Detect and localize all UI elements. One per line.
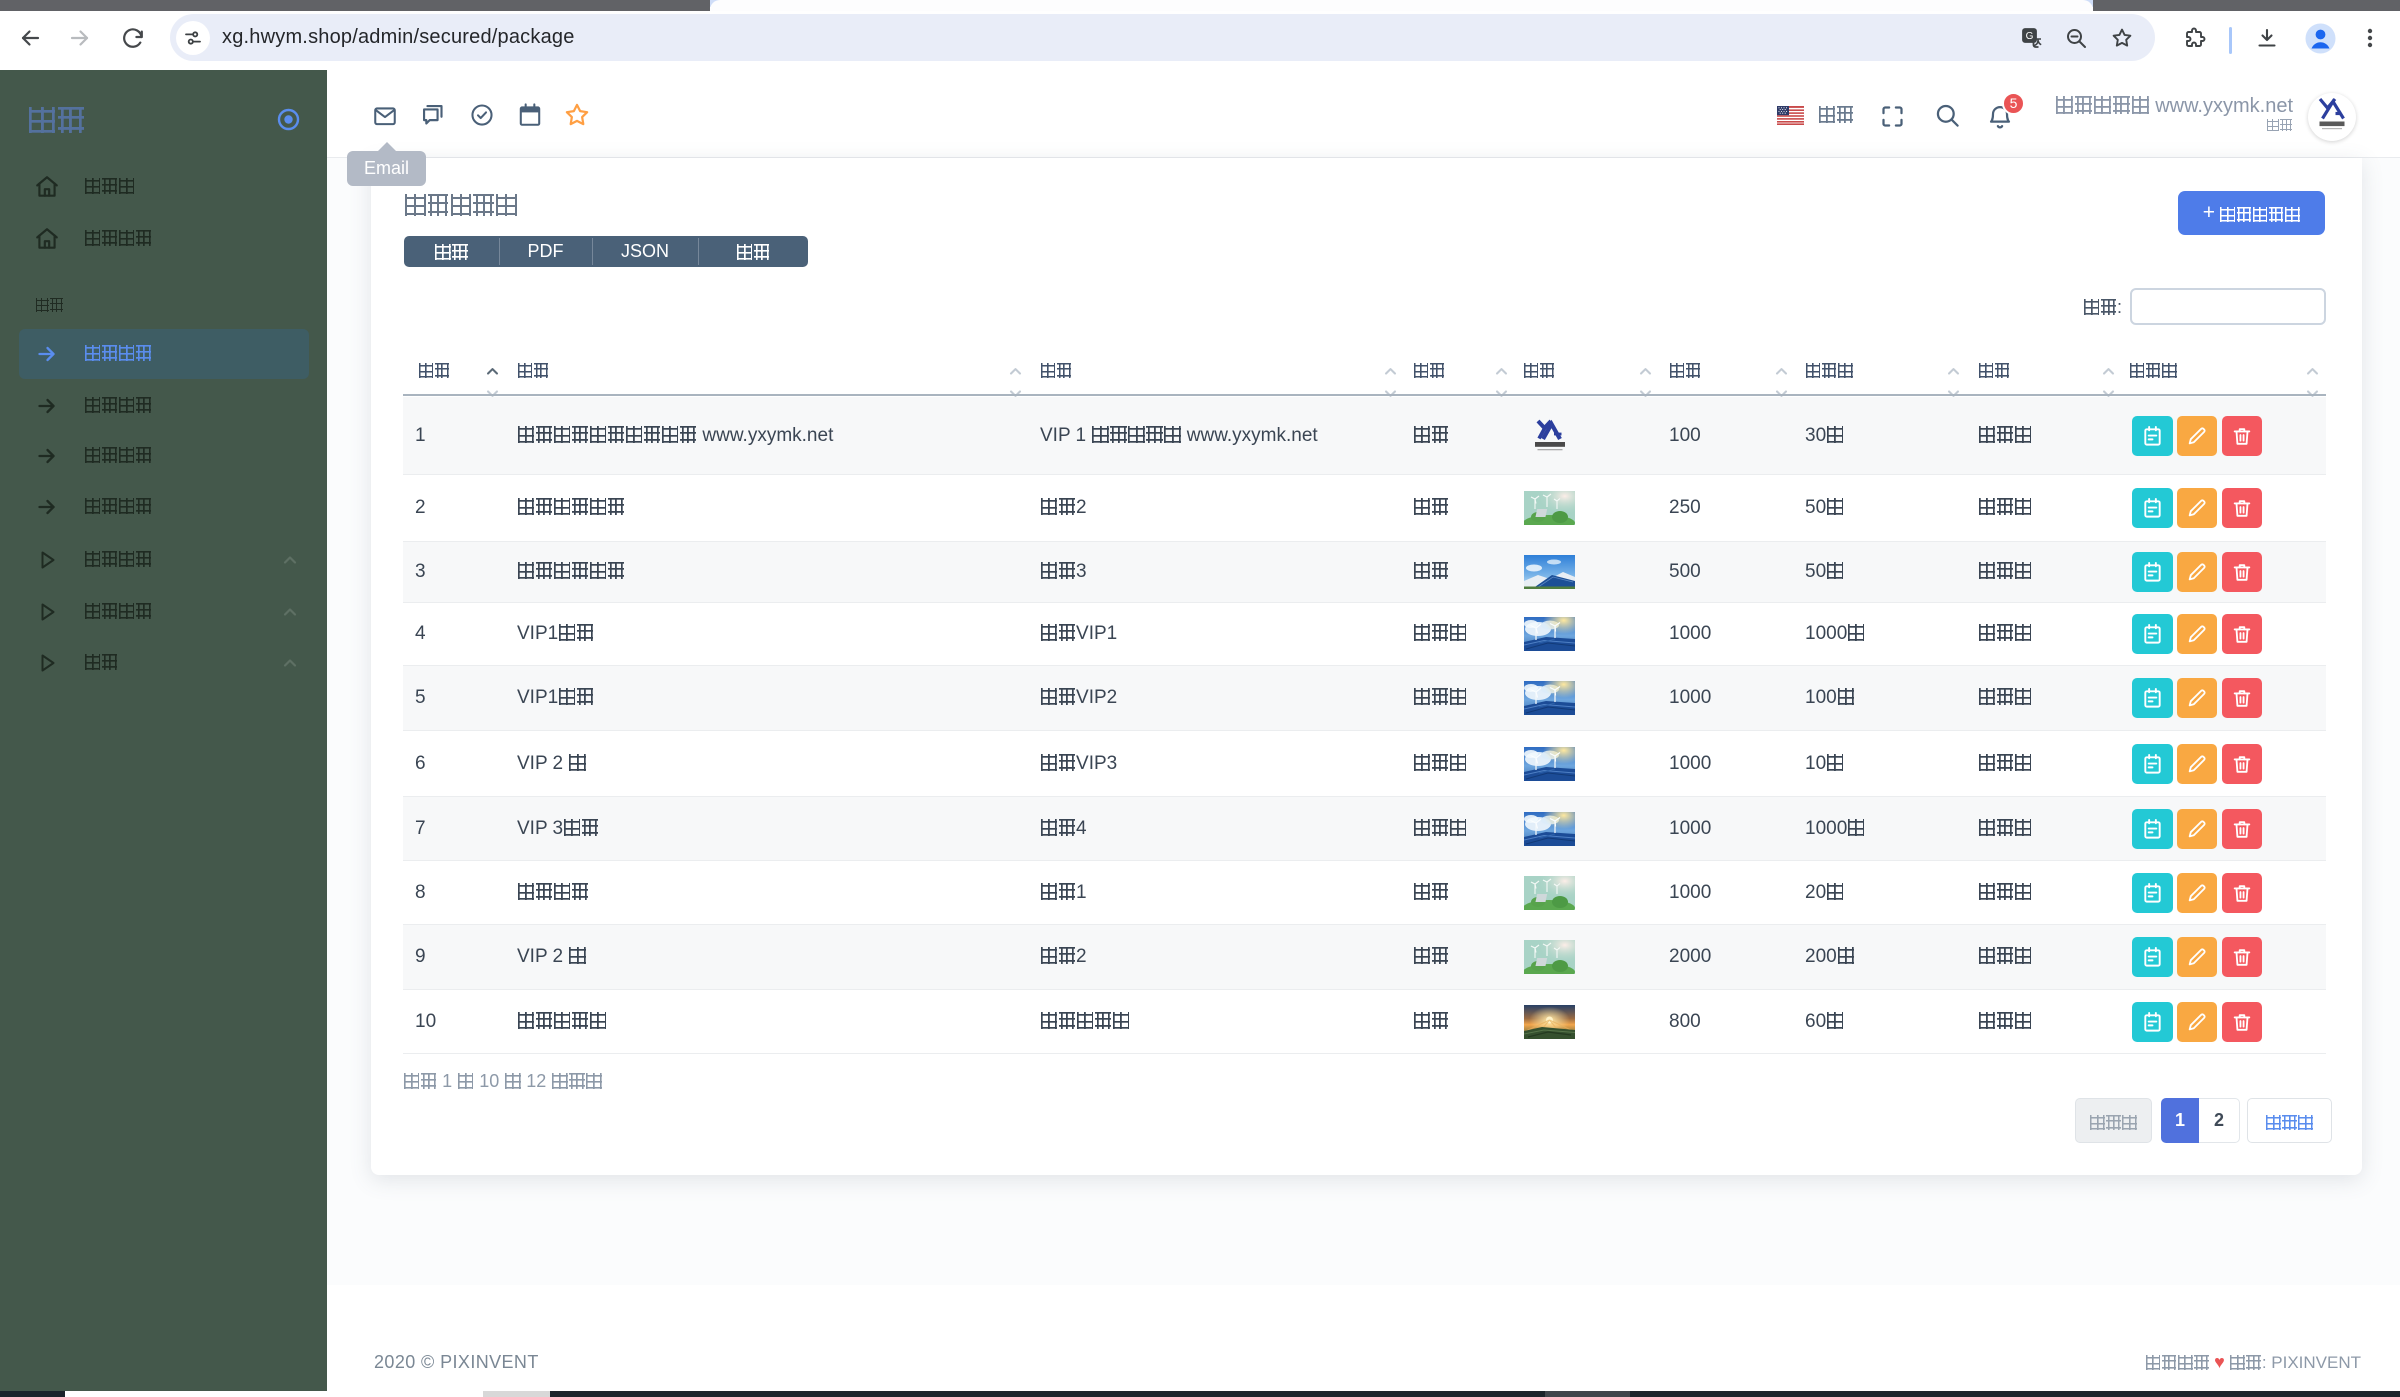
svg-text:G: G: [2026, 31, 2034, 42]
